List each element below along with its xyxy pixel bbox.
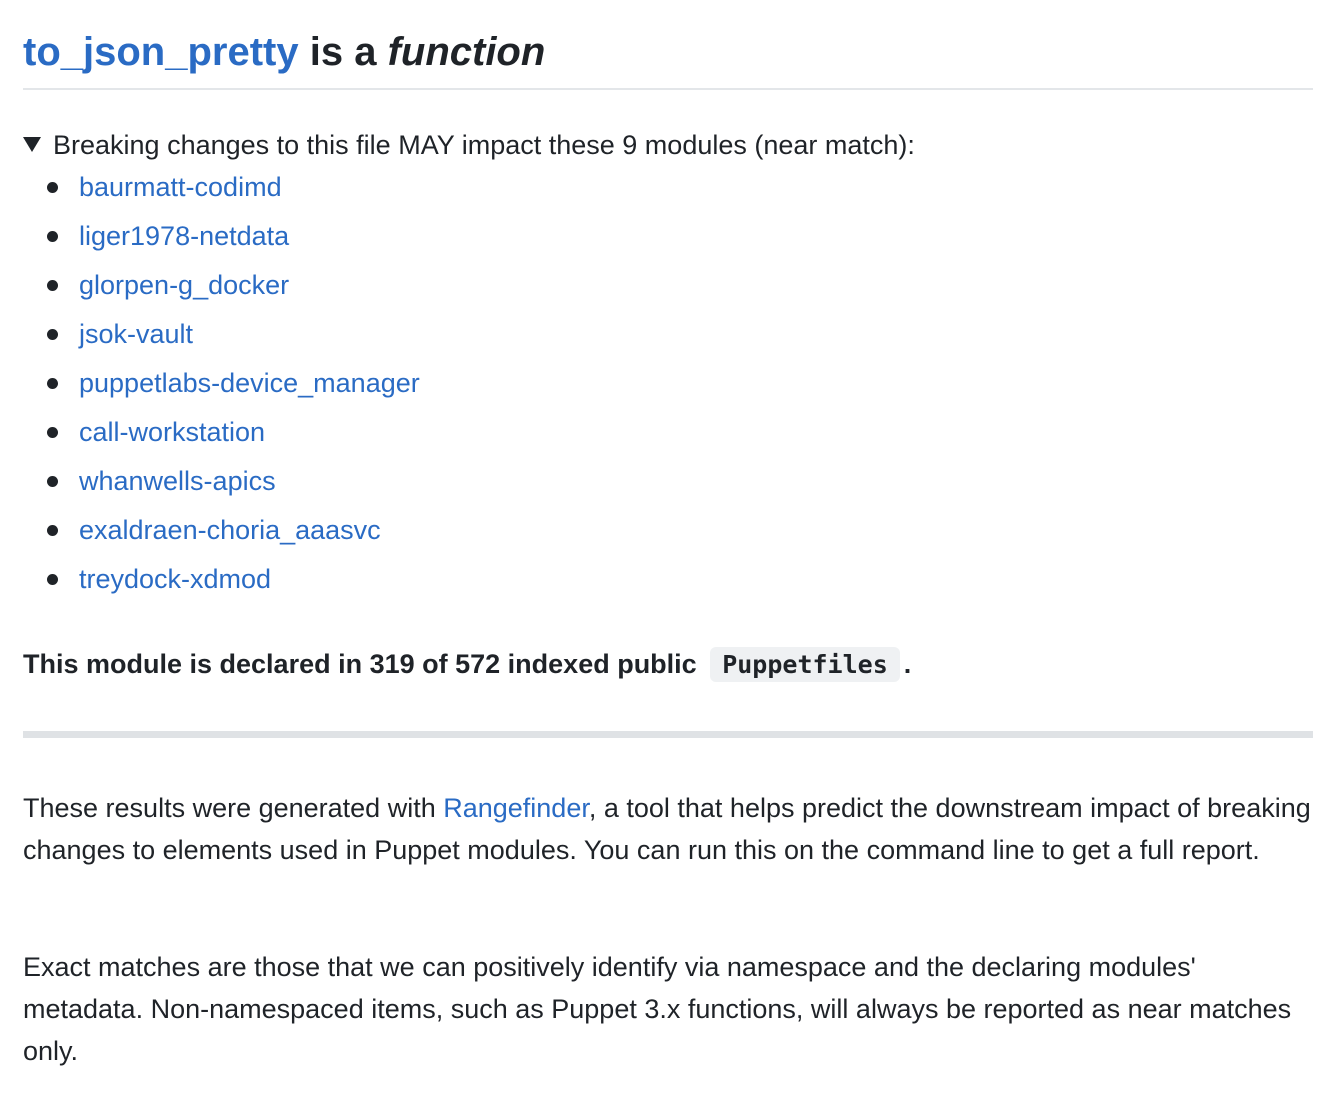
module-link[interactable]: exaldraen-choria_aaasvc	[79, 514, 381, 546]
section-divider	[23, 731, 1313, 738]
module-link[interactable]: liger1978-netdata	[79, 220, 289, 252]
bullet-icon	[47, 231, 58, 242]
module-link[interactable]: whanwells-apics	[79, 465, 276, 497]
puppetfiles-code: Puppetfiles	[710, 647, 900, 682]
rangefinder-description: These results were generated with Rangef…	[23, 787, 1313, 871]
impact-details-toggle[interactable]: Breaking changes to this file MAY impact…	[23, 128, 915, 162]
exact-matches-note: Exact matches are those that we can posi…	[23, 952, 1292, 1066]
bullet-icon	[47, 525, 58, 536]
module-link[interactable]: baurmatt-codimd	[79, 171, 282, 203]
title-connector: is a	[298, 30, 388, 74]
module-link[interactable]: glorpen-g_docker	[79, 269, 289, 301]
page-title: to_json_pretty is a function	[23, 26, 545, 78]
triangle-down-icon	[23, 137, 41, 152]
declared-prefix: This module is declared in 319 of 572 in…	[23, 649, 705, 679]
bullet-icon	[47, 574, 58, 585]
declared-count-text: This module is declared in 319 of 572 in…	[23, 643, 911, 686]
bullet-icon	[47, 476, 58, 487]
declared-suffix: .	[903, 649, 912, 679]
function-name-link[interactable]: to_json_pretty	[23, 30, 299, 74]
title-divider	[23, 88, 1313, 90]
bullet-icon	[47, 329, 58, 340]
bullet-icon	[47, 427, 58, 438]
bullet-icon	[47, 280, 58, 291]
impact-summary-text: Breaking changes to this file MAY impact…	[53, 130, 915, 160]
module-link[interactable]: puppetlabs-device_manager	[79, 367, 420, 399]
title-kind: function	[387, 30, 546, 74]
module-link[interactable]: call-workstation	[79, 416, 265, 448]
rangefinder-link[interactable]: Rangefinder	[443, 793, 589, 823]
module-link[interactable]: treydock-xdmod	[79, 563, 271, 595]
module-link[interactable]: jsok-vault	[79, 318, 193, 350]
description-text: These results were generated with	[23, 793, 444, 823]
bullet-icon	[47, 378, 58, 389]
bullet-icon	[47, 182, 58, 193]
